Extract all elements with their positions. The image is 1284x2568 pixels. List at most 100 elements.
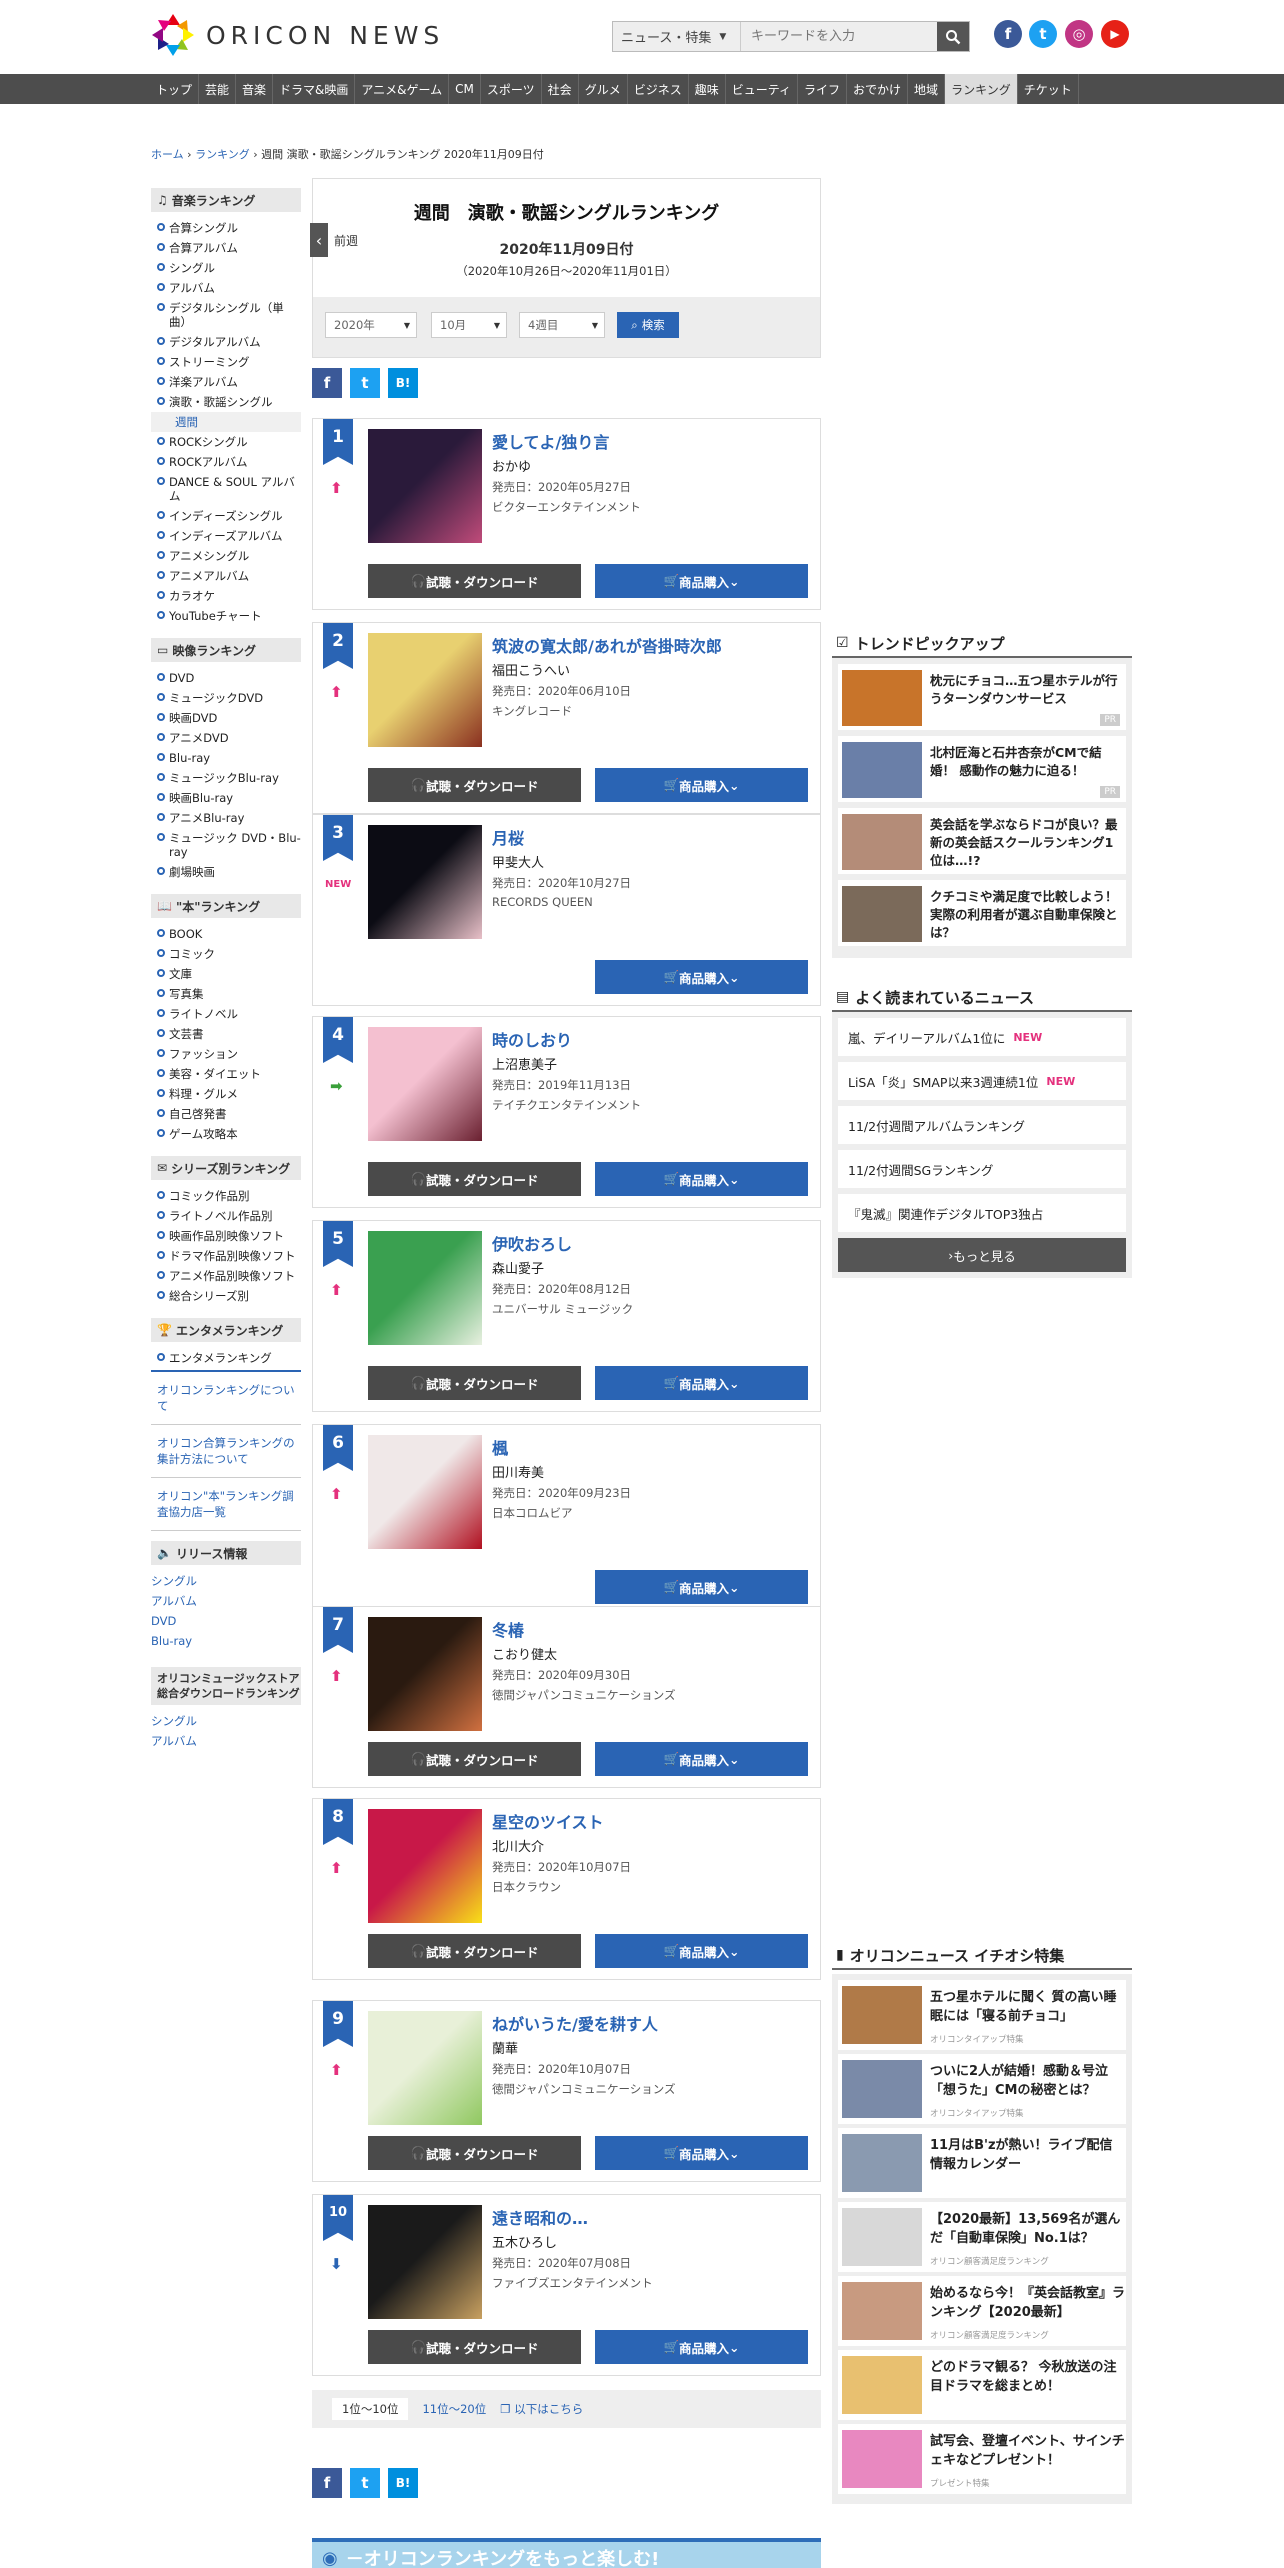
sidebar-item[interactable]: 文庫 xyxy=(151,964,301,984)
store-link[interactable]: アルバム xyxy=(151,1731,301,1751)
nav-item[interactable]: アニメ&ゲーム xyxy=(355,74,450,104)
sidebar-item[interactable]: ミュージックDVD xyxy=(151,688,301,708)
album-jacket[interactable] xyxy=(368,2205,482,2319)
trend-pickup-item[interactable]: 英会話を学ぶならドコが良い？最新の英会話スクールランキング1位は…!? xyxy=(838,808,1126,874)
store-link[interactable]: シングル xyxy=(151,1711,301,1731)
trend-pickup-item[interactable]: 枕元にチョコ…五つ星ホテルが行うターンダウンサービス PR xyxy=(838,664,1126,730)
download-button[interactable]: 🎧 試聴・ダウンロード xyxy=(368,768,581,802)
hatena-share-icon[interactable]: B! xyxy=(388,2468,418,2498)
sidebar-info-link[interactable]: オリコンランキングについて xyxy=(151,1370,301,1425)
sidebar-info-link[interactable]: オリコン"本"ランキング調査協力店一覧 xyxy=(151,1478,301,1531)
nav-item[interactable]: ドラマ&映画 xyxy=(273,74,356,104)
sidebar-item[interactable]: ROCKシングル xyxy=(151,432,301,452)
sidebar-info-link[interactable]: オリコン合算ランキングの集計方法について xyxy=(151,1425,301,1478)
sidebar-item[interactable]: 写真集 xyxy=(151,984,301,1004)
sidebar-item[interactable]: デジタルアルバム xyxy=(151,332,301,352)
album-jacket[interactable] xyxy=(368,2011,482,2125)
sidebar-item[interactable]: ライトノベル xyxy=(151,1004,301,1024)
nav-item[interactable]: ライフ xyxy=(798,74,848,104)
album-jacket[interactable] xyxy=(368,1027,482,1141)
pager-next[interactable]: 11位～20位 xyxy=(422,2401,486,2417)
nav-item[interactable]: トップ xyxy=(150,74,200,104)
sidebar-item[interactable]: 映画DVD xyxy=(151,708,301,728)
release-link[interactable]: Blu-ray xyxy=(151,1631,301,1651)
buy-button[interactable]: 🛒 商品購入 ⌄ xyxy=(595,1570,808,1604)
sidebar-item[interactable]: インディーズアルバム xyxy=(151,526,301,546)
sidebar-item[interactable]: 料理・グルメ xyxy=(151,1084,301,1104)
year-select[interactable]: 2020年 xyxy=(325,312,417,338)
album-jacket[interactable] xyxy=(368,429,482,543)
buy-button[interactable]: 🛒 商品購入 ⌄ xyxy=(595,564,808,598)
album-jacket[interactable] xyxy=(368,633,482,747)
nav-item[interactable]: スポーツ xyxy=(481,74,542,104)
sidebar-item[interactable]: ライトノベル作品別 xyxy=(151,1206,301,1226)
buy-button[interactable]: 🛒 商品購入 ⌄ xyxy=(595,1366,808,1400)
nav-item[interactable]: チケット xyxy=(1018,74,1079,104)
sidebar-subitem-weekly[interactable]: 週間 xyxy=(151,412,301,432)
featured-item[interactable]: 始めるなら今！『英会話教室』ランキング【2020最新】 オリコン顧客満足度ランキン… xyxy=(838,2276,1126,2346)
facebook-share-icon[interactable]: f xyxy=(312,368,342,398)
sidebar-item[interactable]: ドラマ作品別映像ソフト xyxy=(151,1246,301,1266)
filter-search-button[interactable]: ⌕ 検索 xyxy=(617,312,679,338)
nav-item[interactable]: 音楽 xyxy=(236,74,274,104)
nav-item[interactable]: グルメ xyxy=(579,74,628,104)
nav-item[interactable]: 趣味 xyxy=(689,74,726,104)
nav-item[interactable]: ビジネス xyxy=(628,74,689,104)
breadcrumb-ranking[interactable]: ランキング xyxy=(195,148,250,161)
nav-item[interactable]: 地域 xyxy=(908,74,946,104)
sidebar-item[interactable]: 美容・ダイエット xyxy=(151,1064,301,1084)
nav-item[interactable]: 芸能 xyxy=(199,74,237,104)
news-item[interactable]: 嵐、デイリーアルバム1位に NEW xyxy=(838,1018,1126,1056)
download-button[interactable]: 🎧 試聴・ダウンロード xyxy=(368,2330,581,2364)
nav-item[interactable]: CM xyxy=(449,74,481,104)
release-link[interactable]: アルバム xyxy=(151,1591,301,1611)
sidebar-item[interactable]: ストリーミング xyxy=(151,352,301,372)
sidebar-item[interactable]: DVD xyxy=(151,668,301,688)
sidebar-item[interactable]: アニメDVD xyxy=(151,728,301,748)
sidebar-item[interactable]: BOOK xyxy=(151,924,301,944)
sidebar-item[interactable]: アニメ作品別映像ソフト xyxy=(151,1266,301,1286)
sidebar-item[interactable]: シングル xyxy=(151,258,301,278)
buy-button[interactable]: 🛒 商品購入 ⌄ xyxy=(595,1162,808,1196)
sidebar-item[interactable]: インディーズシングル xyxy=(151,506,301,526)
download-button[interactable]: 🎧 試聴・ダウンロード xyxy=(368,2136,581,2170)
nav-item[interactable]: ランキング xyxy=(945,74,1018,104)
search-category-select[interactable]: ニュース・特集 ▼ xyxy=(613,22,741,51)
twitter-share-icon[interactable]: t xyxy=(350,368,380,398)
song-title[interactable]: 冬椿 xyxy=(492,1617,524,1641)
sidebar-item[interactable]: 演歌・歌謡シングル xyxy=(151,392,301,412)
sidebar-item[interactable]: 合算アルバム xyxy=(151,238,301,258)
sidebar-item[interactable]: 総合シリーズ別 xyxy=(151,1286,301,1306)
sidebar-item[interactable]: Blu-ray xyxy=(151,748,301,768)
featured-item[interactable]: ついに2人が結婚！感動＆号泣「想うた」CMの秘密とは？ オリコンタイアップ特集 xyxy=(838,2054,1126,2124)
trend-pickup-item[interactable]: 北村匠海と石井杏奈がCMで結婚！ 感動作の魅力に迫る！ PR xyxy=(838,736,1126,802)
trend-pickup-item[interactable]: クチコミや満足度で比較しよう！実際の利用者が選ぶ自動車保険とは？ xyxy=(838,880,1126,946)
hatena-share-icon[interactable]: B! xyxy=(388,368,418,398)
release-link[interactable]: DVD xyxy=(151,1611,301,1631)
sidebar-item[interactable]: YouTubeチャート xyxy=(151,606,301,626)
sidebar-item[interactable]: アルバム xyxy=(151,278,301,298)
sidebar-item[interactable]: 文芸書 xyxy=(151,1024,301,1044)
sidebar-item[interactable]: エンタメランキング xyxy=(151,1348,301,1368)
nav-item[interactable]: 社会 xyxy=(542,74,579,104)
song-title[interactable]: ねがいうた/愛を耕す人 xyxy=(492,2011,658,2035)
pager-current[interactable]: 1位～10位 xyxy=(332,2398,409,2420)
buy-button[interactable]: 🛒 商品購入 ⌄ xyxy=(595,2136,808,2170)
nav-item[interactable]: おでかけ xyxy=(847,74,909,104)
featured-item[interactable]: 五つ星ホテルに聞く 質の高い睡眠には「寝る前チョコ」 オリコンタイアップ特集 xyxy=(838,1980,1126,2050)
news-item[interactable]: LiSA「炎」SMAP以来3週連続1位 NEW xyxy=(838,1062,1126,1100)
month-select[interactable]: 10月 xyxy=(431,312,507,338)
album-jacket[interactable] xyxy=(368,1231,482,1345)
song-title[interactable]: 月桜 xyxy=(492,825,524,849)
song-title[interactable]: 筑波の寛太郎/あれが沓掛時次郎 xyxy=(492,633,722,657)
album-jacket[interactable] xyxy=(368,1435,482,1549)
sidebar-item[interactable]: ゲーム攻略本 xyxy=(151,1124,301,1144)
more-news-button[interactable]: › もっと見る xyxy=(838,1238,1126,1272)
news-item[interactable]: 11/2付週間アルバムランキング xyxy=(838,1106,1126,1144)
buy-button[interactable]: 🛒 商品購入 ⌄ xyxy=(595,1934,808,1968)
song-title[interactable]: 伊吹おろし xyxy=(492,1231,572,1255)
sidebar-item[interactable]: 自己啓発書 xyxy=(151,1104,301,1124)
sidebar-item[interactable]: アニメシングル xyxy=(151,546,301,566)
week-select[interactable]: 4週目 xyxy=(519,312,605,338)
oricon-logo[interactable]: ORICON NEWS xyxy=(150,12,444,58)
